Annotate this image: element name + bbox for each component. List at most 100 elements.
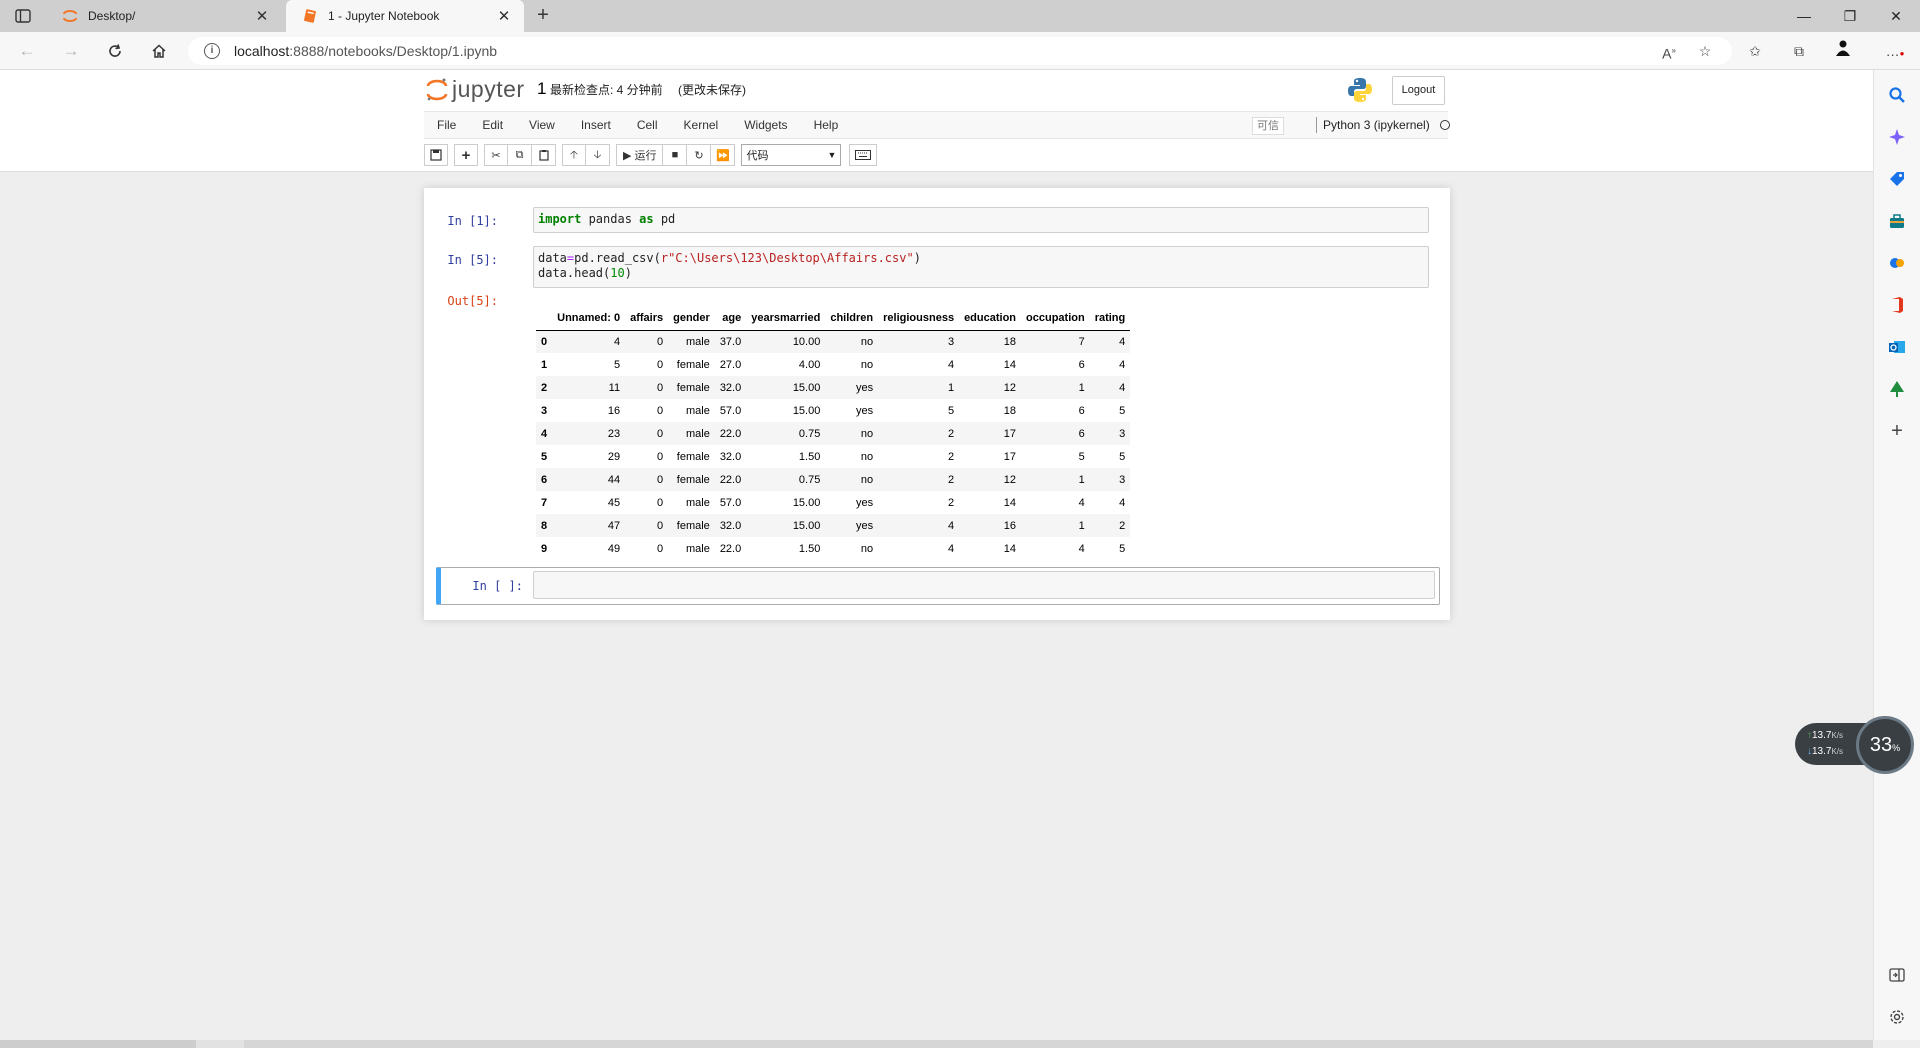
- menu-bar: File Edit View Insert Cell Kernel Widget…: [424, 111, 1448, 139]
- split-screen-icon[interactable]: [1886, 964, 1908, 986]
- menu-file[interactable]: File: [424, 118, 469, 132]
- table-cell: 11: [608, 381, 621, 394]
- table-cell: 22.0: [719, 542, 742, 555]
- tab-jupyter-notebook[interactable]: 1 - Jupyter Notebook ✕: [286, 0, 524, 32]
- outlook-icon[interactable]: [1886, 336, 1908, 358]
- code-cell-3[interactable]: [533, 571, 1435, 599]
- home-icon[interactable]: [146, 39, 172, 63]
- jupyter-logo[interactable]: jupyter: [426, 76, 525, 103]
- row-index: 9: [541, 542, 548, 555]
- kernel-separator: [1316, 117, 1317, 133]
- restore-button[interactable]: ❐: [1828, 0, 1872, 32]
- search-icon[interactable]: [1886, 84, 1908, 106]
- table-cell: 4: [1119, 381, 1126, 394]
- interrupt-icon[interactable]: ■: [663, 144, 688, 166]
- more-options-icon[interactable]: …●: [1882, 39, 1908, 63]
- read-aloud-icon[interactable]: A»: [1656, 39, 1682, 63]
- selected-cell[interactable]: In [ ]:: [436, 567, 1440, 605]
- code-cell-1[interactable]: import pandas as pd: [533, 207, 1429, 233]
- minimize-button[interactable]: —: [1782, 0, 1826, 32]
- restart-run-all-icon[interactable]: ⏩: [711, 144, 736, 166]
- copilot-icon[interactable]: [1886, 126, 1908, 148]
- restart-icon[interactable]: ↻: [687, 144, 712, 166]
- table-cell: 17: [1003, 427, 1017, 440]
- close-tab-icon[interactable]: ✕: [496, 7, 512, 25]
- new-tab-button[interactable]: +: [530, 4, 556, 28]
- table-cell: yes: [856, 404, 874, 417]
- save-icon[interactable]: [424, 144, 448, 166]
- toolbox-icon[interactable]: [1886, 210, 1908, 232]
- cell-type-select[interactable]: 代码 ▼: [741, 144, 842, 166]
- forward-icon[interactable]: →: [58, 39, 84, 63]
- add-icon[interactable]: +: [1886, 420, 1908, 442]
- code-cell-2[interactable]: data=pd.read_csv(r"C:\Users\123\Desktop\…: [533, 246, 1429, 288]
- menu-edit[interactable]: Edit: [469, 118, 516, 132]
- cut-icon[interactable]: ✂: [484, 144, 508, 166]
- logout-button[interactable]: Logout: [1392, 76, 1445, 105]
- close-window-button[interactable]: ✕: [1874, 0, 1918, 32]
- copy-icon[interactable]: ⧉: [508, 144, 532, 166]
- menu-widgets[interactable]: Widgets: [731, 118, 800, 132]
- tab-title: 1 - Jupyter Notebook: [328, 9, 440, 23]
- kernel-name[interactable]: Python 3 (ipykernel): [1323, 118, 1430, 132]
- insert-cell-icon[interactable]: +: [454, 144, 478, 166]
- table-cell: 3: [1119, 473, 1126, 486]
- back-icon[interactable]: ←: [14, 39, 40, 63]
- gauge-percent: 33: [1869, 733, 1893, 756]
- tab-actions-icon[interactable]: [12, 6, 34, 26]
- office-icon[interactable]: [1886, 294, 1908, 316]
- menu-view[interactable]: View: [516, 118, 568, 132]
- shopping-tag-icon[interactable]: [1886, 168, 1908, 190]
- table-cell: 12: [1003, 473, 1017, 486]
- memory-gauge[interactable]: 33%: [1856, 716, 1914, 774]
- table-cell: 1: [1078, 381, 1085, 394]
- column-header: education: [959, 306, 1022, 331]
- table-cell: no: [860, 335, 874, 348]
- horizontal-scrollbar[interactable]: [0, 1040, 1873, 1048]
- table-row: 1 5 0 female 27.0 4.00 no 4 14 6 4: [536, 353, 1130, 376]
- run-button[interactable]: ▶ 运行: [616, 144, 664, 166]
- table-cell: 5: [947, 404, 955, 417]
- favorites-icon[interactable]: ✩: [1742, 39, 1768, 63]
- table-cell: 45: [607, 496, 621, 509]
- paste-icon[interactable]: [532, 144, 556, 166]
- table-cell: 57.0: [719, 404, 742, 417]
- table-cell: 5: [1119, 404, 1126, 417]
- keyboard-icon[interactable]: [849, 144, 878, 166]
- move-up-icon[interactable]: 🡡: [562, 144, 586, 166]
- column-header: rating: [1089, 306, 1131, 331]
- menu-kernel[interactable]: Kernel: [671, 118, 732, 132]
- menu-help[interactable]: Help: [801, 118, 852, 132]
- notebook-favicon-icon: [302, 8, 318, 24]
- url-bar[interactable]: i localhost:8888/notebooks/Desktop/1.ipy…: [188, 37, 1732, 65]
- table-cell: 6: [1078, 427, 1085, 440]
- games-icon[interactable]: [1886, 252, 1908, 274]
- row-index: 6: [541, 473, 548, 486]
- column-header: Unnamed: 0: [552, 306, 626, 331]
- table-cell: 0.75: [798, 473, 821, 486]
- table-cell: 1: [947, 381, 955, 394]
- table-cell: 29: [607, 450, 621, 463]
- site-info-icon[interactable]: i: [204, 43, 220, 59]
- table-cell: 15.00: [792, 381, 821, 394]
- menu-insert[interactable]: Insert: [568, 118, 624, 132]
- tree-icon[interactable]: [1886, 378, 1908, 400]
- scrollbar-segment: [0, 1040, 196, 1048]
- move-down-icon[interactable]: 🡣: [586, 144, 610, 166]
- refresh-icon[interactable]: [102, 39, 128, 63]
- table-cell: yes: [856, 496, 874, 509]
- notebook-name[interactable]: 1: [537, 79, 546, 99]
- settings-icon[interactable]: [1886, 1006, 1908, 1028]
- profile-icon[interactable]: [1830, 39, 1856, 63]
- jupyter-favicon-icon: [62, 8, 78, 24]
- close-tab-icon[interactable]: ✕: [254, 7, 270, 25]
- row-index: 8: [541, 519, 548, 532]
- add-favorite-icon[interactable]: ☆: [1692, 39, 1718, 63]
- table-cell: no: [860, 427, 874, 440]
- table-cell: 0: [657, 450, 664, 463]
- scrollbar-thumb[interactable]: [244, 1040, 1873, 1048]
- collections-icon[interactable]: ⧉: [1786, 39, 1812, 63]
- menu-cell[interactable]: Cell: [624, 118, 671, 132]
- trusted-indicator[interactable]: 可信: [1252, 117, 1284, 135]
- tab-desktop[interactable]: Desktop/ ✕: [46, 0, 282, 32]
